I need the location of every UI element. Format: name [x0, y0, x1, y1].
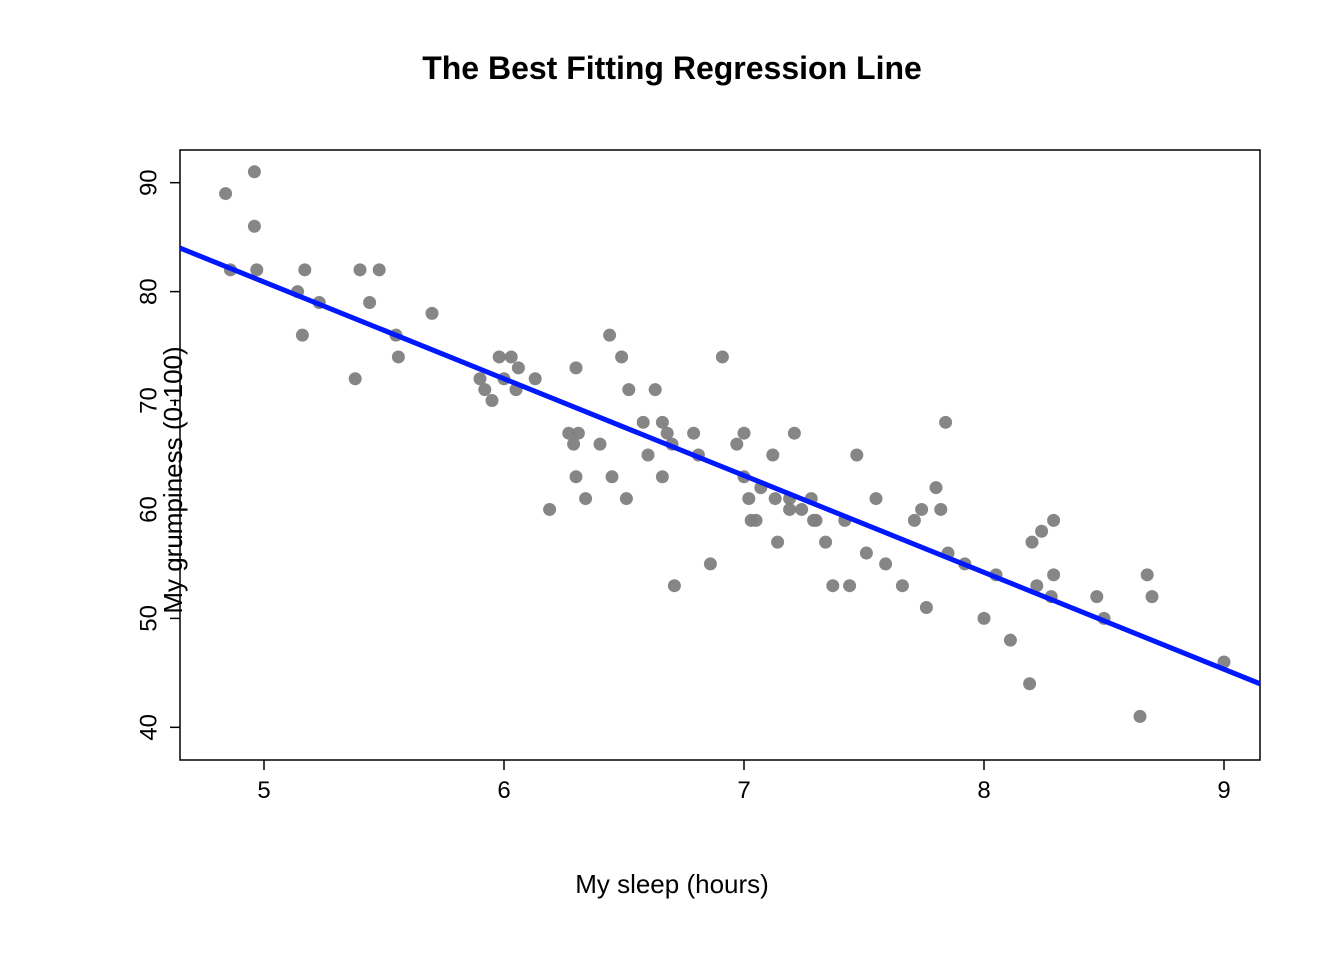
- data-point: [769, 492, 782, 505]
- data-point: [826, 579, 839, 592]
- x-tick-label: 5: [257, 777, 270, 804]
- data-point: [668, 579, 681, 592]
- data-point: [570, 361, 583, 374]
- data-point: [978, 612, 991, 625]
- data-point: [879, 557, 892, 570]
- data-point: [219, 187, 232, 200]
- data-point: [248, 220, 261, 233]
- data-point: [649, 383, 662, 396]
- x-tick-label: 9: [1217, 777, 1230, 804]
- x-tick-label: 8: [977, 777, 990, 804]
- data-point: [930, 481, 943, 494]
- data-point: [505, 350, 518, 363]
- data-point: [810, 514, 823, 527]
- data-point: [716, 350, 729, 363]
- data-point: [870, 492, 883, 505]
- data-point: [920, 601, 933, 614]
- data-point: [248, 165, 261, 178]
- data-point: [363, 296, 376, 309]
- y-tick-label: 60: [135, 496, 162, 523]
- data-point: [512, 361, 525, 374]
- data-point: [298, 263, 311, 276]
- data-point: [620, 492, 633, 505]
- data-point: [1004, 634, 1017, 647]
- x-tick-label: 7: [737, 777, 750, 804]
- data-point: [750, 514, 763, 527]
- data-point: [934, 503, 947, 516]
- data-point: [373, 263, 386, 276]
- regression-line: [180, 248, 1260, 684]
- data-point: [766, 449, 779, 462]
- data-point: [579, 492, 592, 505]
- data-point: [426, 307, 439, 320]
- data-point: [543, 503, 556, 516]
- data-point: [529, 372, 542, 385]
- data-point: [795, 503, 808, 516]
- data-point: [939, 416, 952, 429]
- data-point: [622, 383, 635, 396]
- data-point: [493, 350, 506, 363]
- data-point: [1141, 568, 1154, 581]
- data-point: [771, 536, 784, 549]
- data-point: [642, 449, 655, 462]
- plot-border: [180, 150, 1260, 760]
- data-point: [730, 438, 743, 451]
- data-point: [908, 514, 921, 527]
- y-tick-label: 40: [135, 714, 162, 741]
- data-point: [354, 263, 367, 276]
- data-point: [704, 557, 717, 570]
- data-point: [783, 503, 796, 516]
- data-point: [1146, 590, 1159, 603]
- data-point: [850, 449, 863, 462]
- data-point: [603, 329, 616, 342]
- data-point: [1023, 677, 1036, 690]
- data-point: [594, 438, 607, 451]
- data-point: [1047, 514, 1060, 527]
- data-point: [1134, 710, 1147, 723]
- plot-area: 5 6 7 8 9 40 50 60 70 80 90: [0, 0, 1344, 960]
- data-point: [687, 427, 700, 440]
- data-point: [572, 427, 585, 440]
- y-tick-label: 90: [135, 169, 162, 196]
- data-point: [788, 427, 801, 440]
- data-point: [478, 383, 491, 396]
- data-point: [392, 350, 405, 363]
- x-tick-label: 6: [497, 777, 510, 804]
- data-point: [349, 372, 362, 385]
- data-point: [486, 394, 499, 407]
- scatter-chart-regression: The Best Fitting Regression Line My grum…: [0, 0, 1344, 960]
- data-point: [250, 263, 263, 276]
- data-point: [915, 503, 928, 516]
- data-point: [606, 470, 619, 483]
- y-tick-label: 80: [135, 278, 162, 305]
- data-point: [738, 427, 751, 440]
- data-point: [819, 536, 832, 549]
- data-point: [570, 470, 583, 483]
- data-point: [656, 470, 669, 483]
- data-point: [637, 416, 650, 429]
- data-point: [1035, 525, 1048, 538]
- y-tick-label: 50: [135, 605, 162, 632]
- data-point: [1026, 536, 1039, 549]
- data-point: [742, 492, 755, 505]
- data-point: [1090, 590, 1103, 603]
- data-point: [843, 579, 856, 592]
- data-point: [615, 350, 628, 363]
- data-point: [1047, 568, 1060, 581]
- data-point: [296, 329, 309, 342]
- data-point: [860, 547, 873, 560]
- data-point: [896, 579, 909, 592]
- y-tick-label: 70: [135, 387, 162, 414]
